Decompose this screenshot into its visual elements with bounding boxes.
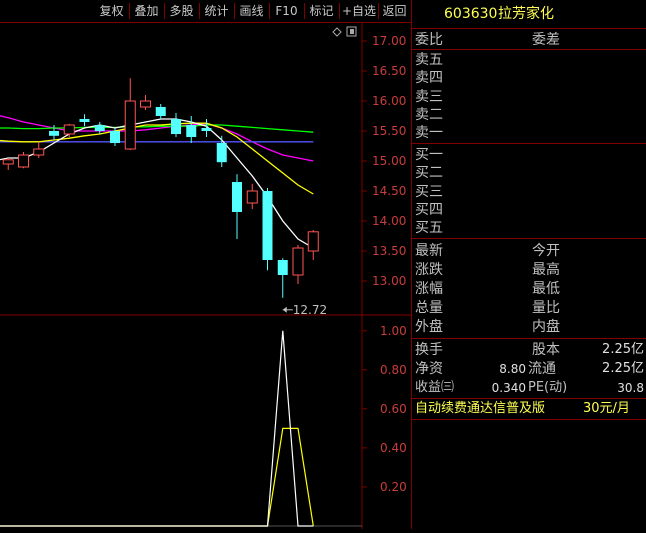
low-marker-label: 12.72 (293, 303, 327, 317)
stock-header[interactable]: 603630 拉芳家化 (412, 0, 646, 29)
indicator-tick-label: 1.00 (380, 324, 407, 338)
eps-label: 收益㈢ (415, 380, 455, 395)
toolbar-mark-button[interactable]: 标记 (305, 0, 338, 22)
toolbar-add-watchlist-button[interactable]: +自选 (340, 0, 378, 22)
toolbar-f10-button[interactable]: F10 (270, 0, 303, 22)
price-tick-label: 16.50 (372, 64, 406, 78)
buy-3-label: 买三 (415, 184, 443, 200)
price-tick-label: 15.00 (372, 154, 406, 168)
float-label: 流通 (528, 361, 556, 377)
volume-ratio-label: 量比 (532, 300, 560, 316)
open-label: 今开 (532, 243, 560, 259)
renewal-price[interactable]: 30元/月 (583, 400, 630, 418)
low-marker-arrow (282, 306, 287, 313)
indicator-tick-label: 0.40 (380, 441, 407, 455)
price-tick-label: 17.00 (372, 34, 406, 48)
buy-4-label: 买四 (415, 202, 443, 218)
low-label: 最低 (532, 281, 560, 297)
sell-1-label: 卖一 (415, 125, 443, 141)
candle-body-up (18, 154, 29, 168)
candle-body-down (49, 131, 59, 136)
share-capital-value: 2.25亿 (602, 342, 644, 357)
share-capital-label: 股本 (532, 342, 560, 358)
price-tick-label: 13.00 (372, 274, 406, 288)
change-label: 涨跌 (415, 262, 443, 278)
chart-toolbar: 复权 叠加 多股 统计 画线 F10 标记 +自选 返回 (0, 0, 411, 23)
candle-body-down (171, 119, 181, 134)
price-tick-label: 16.00 (372, 94, 406, 108)
indicator-tick-label: 0.80 (380, 363, 407, 377)
toolbar-statistics-button[interactable]: 统计 (200, 0, 233, 22)
candle-body-down (155, 107, 166, 116)
toolbar-back-button[interactable]: 返回 (379, 0, 410, 22)
candle-body-down (232, 182, 242, 212)
bid-ask-ratio-label: 委比 (415, 32, 443, 48)
indicator-yellow-line (0, 427, 314, 527)
pe-label: PE(动) (528, 380, 568, 395)
float-value: 2.25亿 (602, 361, 644, 376)
stock-name: 拉芳家化 (498, 6, 554, 22)
candle-body-down (110, 131, 120, 143)
buy-5-label: 买五 (415, 220, 443, 236)
inner-label: 内盘 (532, 319, 560, 335)
toolbar-draw-line-button[interactable]: 画线 (235, 0, 268, 22)
candle-body-down (201, 128, 212, 131)
kline-chart[interactable]: 17.00 16.50 16.00 15.50 15.00 14.50 14.00 13.50… (0, 0, 411, 529)
latest-label: 最新 (415, 243, 443, 259)
ma-magenta-line (0, 115, 314, 162)
price-tick-label: 14.00 (372, 214, 406, 228)
candle-body-up (63, 124, 75, 135)
renewal-promo-link[interactable]: 自动续费通达信普及版 (415, 400, 545, 418)
quote-panel: 603630 拉芳家化 委比 委差 卖五 卖四 卖三 卖二 卖一 买一 买二 买… (412, 0, 646, 529)
candle-body-down (186, 125, 197, 137)
volume-label: 总量 (415, 300, 443, 316)
sell-4-label: 卖四 (415, 70, 443, 86)
net-assets-value: 8.80 (499, 362, 526, 376)
candle-body-down (216, 143, 227, 163)
diamond-icon (332, 27, 342, 37)
candle-body-down (277, 260, 288, 275)
price-tick-label: 13.50 (372, 244, 406, 258)
sell-3-label: 卖三 (415, 89, 443, 105)
toolbar-overlay-button[interactable]: 叠加 (130, 0, 163, 22)
candle-body-up (140, 100, 151, 108)
sell-2-label: 卖二 (415, 107, 443, 123)
candle-body-up (2, 159, 14, 165)
buy-2-label: 买二 (415, 165, 443, 181)
turnover-label: 换手 (415, 342, 443, 358)
candle-body-down (94, 125, 105, 131)
net-assets-label: 净资 (415, 361, 443, 377)
candle-body-up (33, 148, 45, 156)
high-label: 最高 (532, 262, 560, 278)
change-pct-label: 涨幅 (415, 281, 443, 297)
price-tick-label: 15.50 (372, 124, 406, 138)
toolbar-restore-rights-button[interactable]: 复权 (95, 0, 128, 22)
candle-body-up (292, 247, 304, 276)
buy-1-label: 买一 (415, 147, 443, 163)
candle-body-down (262, 191, 273, 260)
pe-value: 30.8 (617, 381, 644, 395)
chart-svg: 17.00 16.50 16.00 15.50 15.00 14.50 14.00 13.50… (0, 22, 411, 529)
window-toggle-icon-inner (350, 29, 354, 34)
candle-body-up (124, 100, 136, 150)
indicator-tick-label: 0.60 (380, 402, 407, 416)
eps-value: 0.340 (491, 381, 526, 395)
candle-body-up (246, 190, 258, 204)
sell-5-label: 卖五 (415, 52, 443, 68)
candle-body-up (307, 231, 319, 252)
outer-label: 外盘 (415, 319, 443, 335)
candle-body-down (79, 119, 90, 122)
bid-ask-diff-label: 委差 (532, 32, 560, 48)
indicator-tick-label: 0.20 (380, 480, 407, 494)
price-tick-label: 14.50 (372, 184, 406, 198)
indicator-white-line (0, 330, 314, 527)
stock-code: 603630 (444, 6, 498, 22)
toolbar-multi-stock-button[interactable]: 多股 (165, 0, 198, 22)
ma-yellow-line (0, 122, 314, 195)
